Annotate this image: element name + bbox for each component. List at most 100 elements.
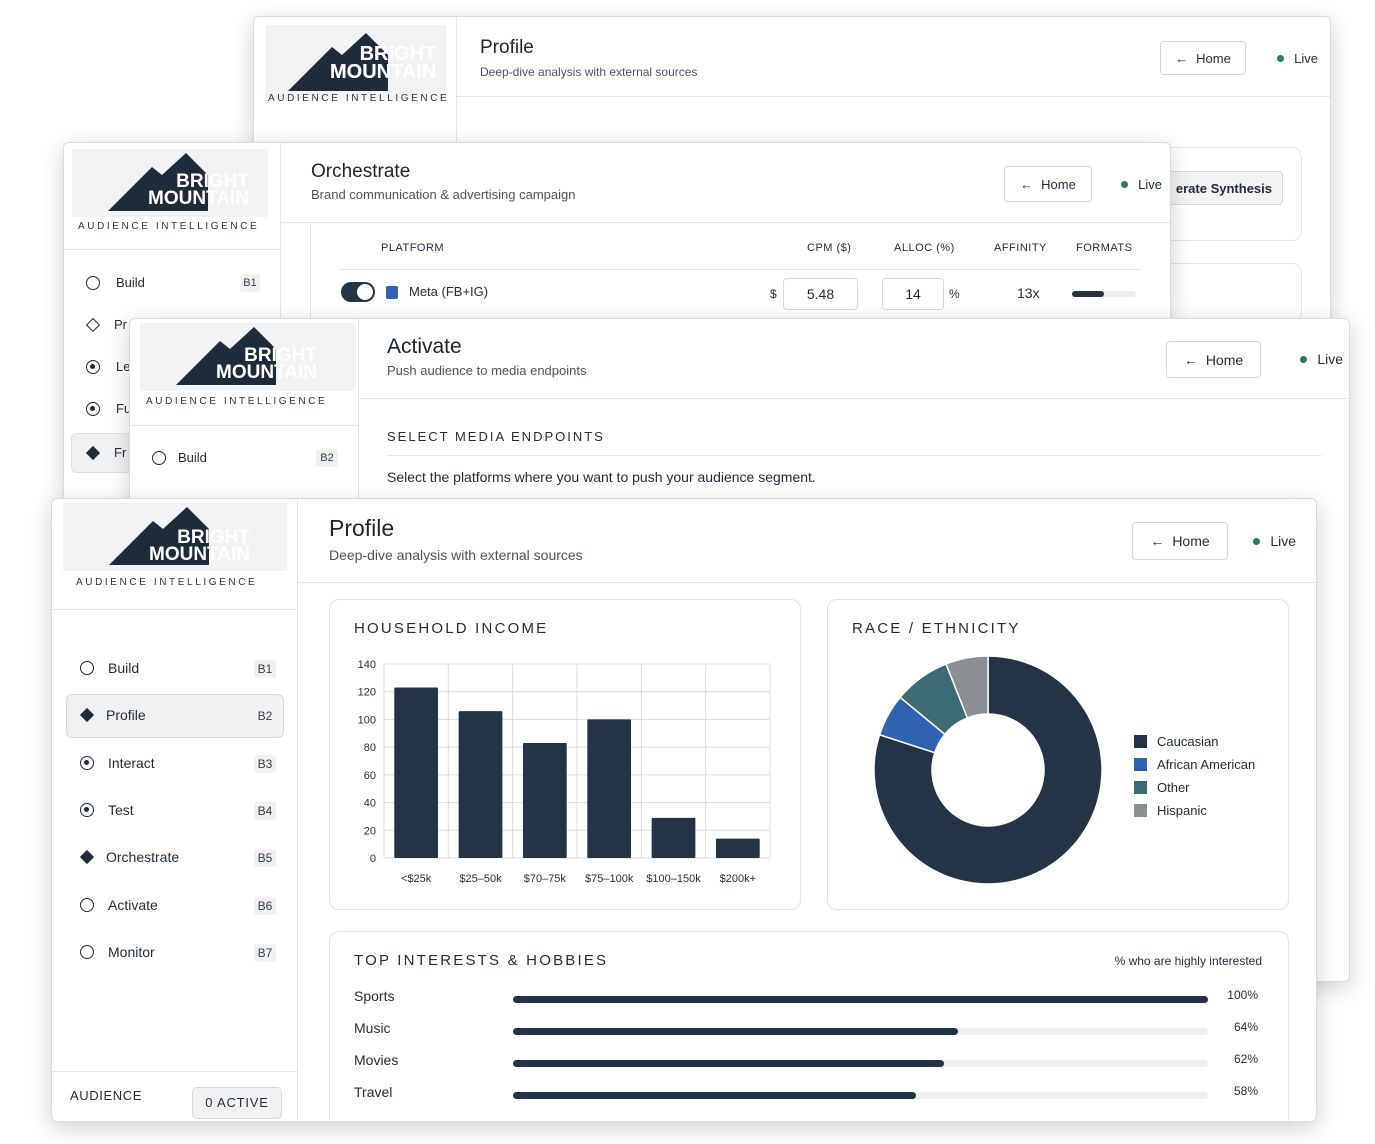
interest-label: Travel — [354, 1084, 393, 1100]
interest-bar — [513, 1028, 1208, 1035]
home-button[interactable]: ← Home — [1166, 341, 1261, 378]
home-button[interactable]: ← Home — [1004, 166, 1092, 202]
sidebar-item-build[interactable]: Build — [152, 450, 207, 465]
column-header-cpm: CPM ($) — [807, 242, 852, 254]
cpm-input[interactable]: 5.48 — [783, 278, 858, 310]
y-tick-label: 0 — [370, 853, 376, 865]
circle-outline-icon — [80, 944, 94, 959]
column-header-platform: PLATFORM — [381, 242, 445, 254]
sidebar-item-frequency[interactable]: Fr — [85, 445, 126, 460]
x-tick-label: $200k+ — [720, 873, 756, 885]
sidebar-item-profile[interactable]: Pr — [85, 317, 127, 332]
live-dot-icon — [1121, 181, 1129, 188]
interests-card: TOP INTERESTS & HOBBIES % who are highly… — [329, 931, 1289, 1121]
sidebar-item-build[interactable]: Build — [80, 660, 139, 676]
legend-item: Other — [1134, 776, 1255, 799]
interest-percent: 100% — [1227, 988, 1258, 1002]
synthesis-button[interactable]: erate Synthesis — [1159, 171, 1283, 205]
sidebar-item-profile[interactable]: Profile — [79, 707, 146, 723]
active-audience-button[interactable]: 0 ACTIVE — [192, 1087, 282, 1119]
platform-toggle[interactable] — [341, 282, 375, 302]
brand-logo: BRIGHT MOUNTAIN — [63, 503, 287, 571]
divider — [130, 425, 358, 426]
y-tick-label: 100 — [358, 714, 376, 726]
currency-symbol: $ — [770, 287, 777, 301]
brand-line2: MOUNTAIN — [216, 362, 317, 384]
header: Profile Deep-dive analysis with external… — [457, 17, 1330, 97]
sidebar-item-code: B7 — [254, 943, 276, 962]
interest-percent: 62% — [1233, 1052, 1258, 1066]
legend-label: Hispanic — [1157, 803, 1207, 818]
sidebar-item-code: B2 — [316, 449, 338, 467]
interest-row: Travel 58% — [330, 1084, 1288, 1106]
x-tick-label: $100–150k — [646, 873, 701, 885]
legend-label: Other — [1157, 780, 1190, 795]
interest-percent: 58% — [1233, 1084, 1258, 1098]
sidebar-item-code: B2 — [254, 707, 276, 726]
brand-line2: MOUNTAIN — [148, 188, 249, 210]
sidebar-item-build[interactable]: Build — [86, 275, 145, 290]
sidebar-item-interact[interactable]: Interact — [80, 755, 155, 771]
alloc-input[interactable]: 14 — [882, 278, 944, 310]
header: Profile Deep-dive analysis with external… — [298, 499, 1316, 583]
y-tick-label: 140 — [358, 659, 376, 671]
sidebar-item-code: B6 — [254, 896, 276, 915]
live-dot-icon — [1253, 537, 1261, 545]
toggle-knob — [357, 284, 373, 300]
arrow-left-icon: ← — [1183, 351, 1198, 368]
brand-tagline: AUDIENCE INTELLIGENCE — [268, 93, 450, 104]
page-title: Activate — [387, 335, 462, 358]
circle-dot-icon — [86, 359, 100, 374]
interest-bar — [513, 996, 1208, 1003]
x-tick-label: $25–50k — [459, 873, 502, 885]
sidebar-item-learn[interactable]: Le — [86, 359, 130, 374]
legend-item: Caucasian — [1134, 730, 1255, 753]
sidebar-item-code: B1 — [254, 660, 276, 678]
home-button[interactable]: ← Home — [1160, 41, 1246, 75]
circle-dot-icon — [80, 755, 94, 770]
interest-bar-fill — [513, 1028, 958, 1035]
sidebar-item-monitor[interactable]: Monitor — [80, 944, 155, 960]
sidebar-item-code: B5 — [254, 849, 276, 868]
brand-tagline: AUDIENCE INTELLIGENCE — [146, 396, 328, 407]
brand-logo: BRIGHT MOUNTAIN — [140, 323, 356, 391]
interest-row: Movies 62% — [330, 1052, 1288, 1074]
y-tick-label: 20 — [364, 825, 376, 837]
sidebar-item-funnel[interactable]: Fu — [86, 401, 131, 416]
alloc-unit: % — [949, 287, 960, 301]
column-header-formats: FORMATS — [1076, 242, 1133, 254]
household-income-card: HOUSEHOLD INCOME 0 20 40 60 80 100 120 140 <$25k… — [329, 599, 801, 910]
y-tick-label: 120 — [358, 687, 376, 699]
diamond-outline-icon — [85, 317, 101, 332]
divider — [52, 1071, 297, 1072]
circle-outline-icon — [80, 897, 94, 912]
sidebar-item-orchestrate[interactable]: Orchestrate — [79, 849, 179, 865]
section-description: Select the platforms where you want to p… — [387, 469, 816, 485]
formats-bar-fill — [1072, 291, 1104, 297]
arrow-left-icon: ← — [1150, 533, 1165, 549]
sidebar: BRIGHT MOUNTAIN AUDIENCE INTELLIGENCE Bu… — [52, 499, 298, 1121]
race-ethnicity-card: RACE / ETHNICITY Caucasian African Americ… — [827, 599, 1289, 910]
interest-bar — [513, 1092, 1208, 1099]
arrow-left-icon: ← — [1020, 176, 1034, 192]
sidebar-item-activate[interactable]: Activate — [80, 897, 158, 913]
arrow-left-icon: ← — [1175, 50, 1189, 66]
income-bar-chart: 0 20 40 60 80 100 120 140 <$25k $25–50k $70–75k $75… — [358, 659, 771, 885]
interest-bar-fill — [513, 996, 1208, 1003]
sidebar-item-test[interactable]: Test — [80, 802, 134, 818]
brand-line2: MOUNTAIN — [330, 61, 437, 83]
live-status: Live — [1121, 177, 1162, 192]
live-status: Live — [1253, 533, 1296, 549]
header: Orchestrate Brand communication & advert… — [281, 143, 1170, 223]
brand-tagline: AUDIENCE INTELLIGENCE — [78, 221, 260, 232]
interest-label: Music — [354, 1020, 391, 1036]
x-tick-label: <$25k — [401, 873, 432, 885]
legend-label: Caucasian — [1157, 734, 1219, 749]
home-button[interactable]: ← Home — [1132, 522, 1228, 560]
brand-logo: BRIGHT MOUNTAIN — [266, 25, 446, 99]
divider — [52, 609, 297, 610]
interest-bar-fill — [513, 1092, 917, 1099]
column-header-alloc: ALLOC (%) — [894, 242, 955, 254]
card-title: HOUSEHOLD INCOME — [354, 620, 549, 637]
bar — [715, 838, 760, 858]
